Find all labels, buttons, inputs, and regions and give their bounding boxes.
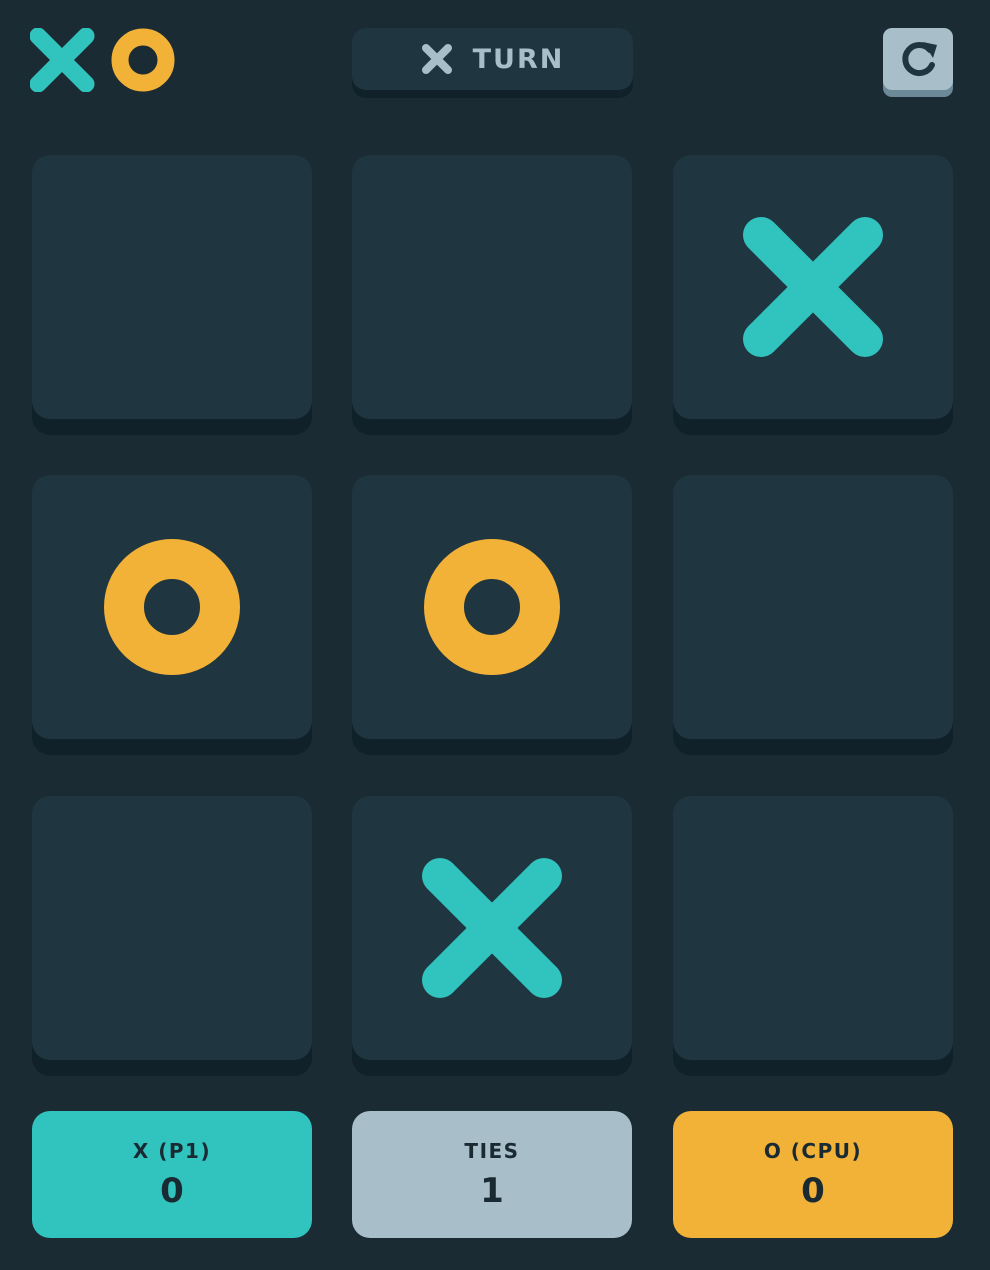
board-cell[interactable] [673,155,953,419]
score-value-x: 0 [160,1170,184,1211]
score-card-x: X (P1) 0 [32,1111,312,1238]
turn-label: TURN [472,43,565,75]
board-cell[interactable] [32,155,312,419]
board-cell[interactable] [32,796,312,1060]
board-cell[interactable] [673,475,953,739]
x-icon [743,217,883,357]
board-cell[interactable] [352,155,632,419]
score-value-o: 0 [801,1170,825,1211]
game-logo [30,28,176,92]
restart-button[interactable] [883,28,953,90]
x-icon [421,44,452,74]
board-cell[interactable] [352,475,632,739]
restart-icon [902,42,937,77]
score-label-o: O (CPU) [763,1138,863,1163]
board-cell[interactable] [352,796,632,1060]
game-board [32,155,953,1060]
x-icon [30,28,95,92]
score-card-ties: TIES 1 [352,1111,632,1238]
score-label-ties: TIES [464,1138,520,1163]
score-label-x: X (P1) [132,1138,212,1163]
o-icon [104,539,240,675]
logo-svg [30,28,175,92]
turn-indicator: TURN [352,28,633,90]
o-icon [424,539,560,675]
board-cell[interactable] [673,796,953,1060]
score-card-o: O (CPU) 0 [673,1111,953,1238]
score-value-ties: 1 [480,1170,504,1211]
o-icon [111,28,175,92]
x-icon [422,858,562,998]
board-cell[interactable] [32,475,312,739]
